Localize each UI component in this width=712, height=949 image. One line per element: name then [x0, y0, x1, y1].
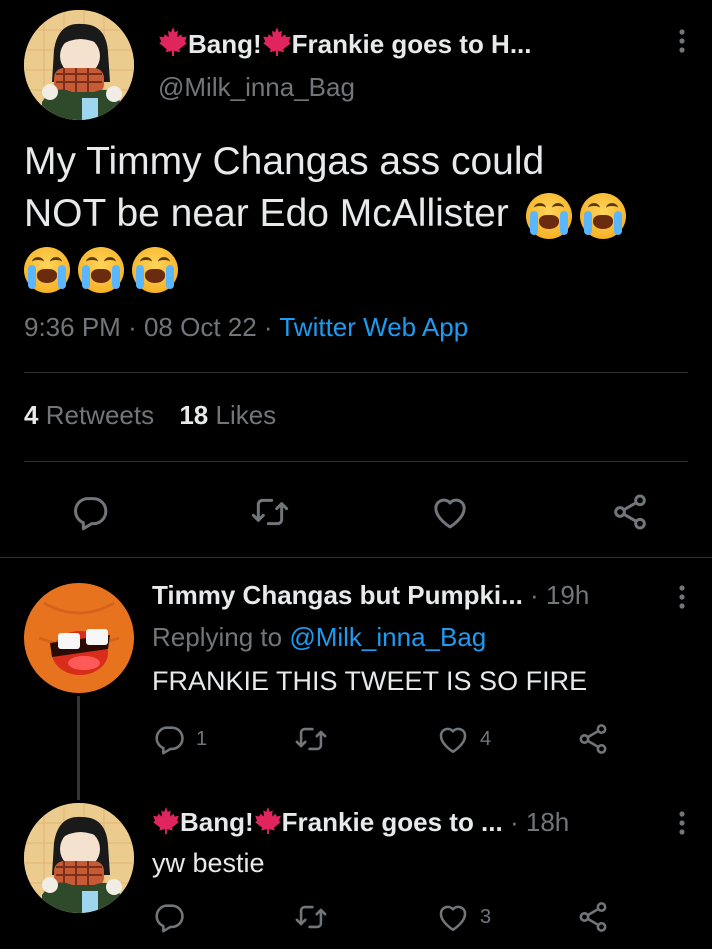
reply-actions: 3 [152, 900, 672, 940]
like-count: 3 [480, 905, 492, 928]
share-icon [576, 722, 610, 756]
avatar-image [24, 803, 134, 913]
more-dots-icon[interactable] [672, 582, 692, 612]
likes-count: 18 [179, 400, 209, 430]
reply-actions: 1 4 [152, 722, 672, 762]
reply-button[interactable] [70, 492, 110, 532]
meta-separator: · [263, 312, 280, 342]
loudly-crying-face-emoji [132, 246, 178, 293]
tweet-text-line-1: My Timmy Changas ass could [24, 140, 545, 183]
reply-age[interactable]: 18h [526, 807, 569, 837]
reply-icon [70, 492, 110, 532]
divider [0, 557, 712, 558]
avatar-pumpkin[interactable] [24, 583, 134, 693]
reply-button[interactable]: 1 [152, 722, 207, 756]
retweet-icon [250, 492, 290, 532]
maple-leaf-icon [152, 806, 180, 834]
tweet-text-line-2-text: NOT be near Edo McAllister [24, 192, 509, 235]
share-icon [610, 492, 650, 532]
meta-separator: · [530, 580, 546, 610]
retweets-label: Retweets [45, 400, 155, 430]
reply-count: 1 [196, 727, 208, 750]
avatar-frankie[interactable] [24, 10, 134, 120]
reply-age[interactable]: 19h [546, 580, 589, 610]
retweets-count: 4 [24, 400, 39, 430]
loudly-crying-face-emoji [24, 246, 70, 293]
tweet-date[interactable]: 08 Oct 22 [144, 312, 257, 342]
like-button[interactable]: 4 [436, 722, 491, 756]
likes-label: Likes [215, 400, 277, 430]
loudly-crying-face-emoji [525, 192, 572, 239]
share-button[interactable] [576, 900, 610, 934]
name-part-2: Frankie goes to H... [291, 29, 532, 59]
tweet-text-line-3 [24, 240, 694, 294]
avatar-image [24, 10, 134, 120]
reply-header: Timmy Changas but Pumpki... · 19h [152, 580, 589, 611]
replying-to-label: Replying to [152, 622, 283, 652]
tweet-meta: 9:36 PM · 08 Oct 22 · Twitter Web App [24, 312, 468, 343]
retweet-button[interactable] [294, 900, 328, 934]
like-count: 4 [480, 727, 492, 750]
thread-line [77, 696, 80, 800]
retweet-button[interactable] [250, 492, 290, 532]
heart-icon [436, 722, 470, 756]
maple-leaf-icon [158, 26, 188, 56]
maple-leaf-icon [262, 26, 292, 56]
retweets-stat[interactable]: 4 Retweets [24, 400, 161, 430]
author-handle[interactable]: @Milk_inna_Bag [158, 72, 355, 103]
like-button[interactable]: 3 [436, 900, 491, 934]
avatar-image [24, 583, 134, 693]
reply-button[interactable] [152, 900, 186, 934]
share-button[interactable] [576, 722, 610, 756]
more-dots-icon[interactable] [672, 808, 692, 838]
tweet-time[interactable]: 9:36 PM [24, 312, 121, 342]
reply-header: Bang! Frankie goes to ... · 18h [152, 806, 569, 838]
avatar-frankie[interactable] [24, 803, 134, 913]
divider [24, 372, 688, 373]
heart-icon [436, 900, 470, 934]
loudly-crying-face-emoji [579, 192, 626, 239]
retweet-icon [294, 900, 328, 934]
likes-stat[interactable]: 18 Likes [179, 400, 276, 430]
name-part-1: Bang! [180, 807, 254, 837]
author-name[interactable]: Bang! Frankie goes to ... [152, 807, 510, 837]
tweet-stats: 4 Retweets 18 Likes [24, 400, 276, 431]
retweet-button[interactable] [294, 722, 328, 756]
tweet-text: My Timmy Changas ass could NOT be near E… [24, 136, 694, 294]
heart-icon [430, 492, 470, 532]
tweet-text-line-2: NOT be near Edo McAllister [24, 188, 694, 240]
reply-text: FRANKIE THIS TWEET IS SO FIRE [152, 666, 588, 696]
author-name[interactable]: Timmy Changas but Pumpki... [152, 580, 523, 610]
reply-icon [152, 900, 186, 934]
name-part-1: Bang! [188, 29, 262, 59]
loudly-crying-face-emoji [78, 246, 124, 293]
share-icon [576, 900, 610, 934]
tweet-source[interactable]: Twitter Web App [279, 312, 468, 342]
maple-leaf-icon [254, 806, 282, 834]
meta-separator: · [509, 807, 526, 837]
like-button[interactable] [430, 492, 470, 532]
retweet-icon [294, 722, 328, 756]
author-name[interactable]: Bang! Frankie goes to H... [158, 26, 532, 60]
more-dots-icon[interactable] [672, 26, 692, 56]
name-part-2: Frankie goes to ... [281, 807, 503, 837]
share-button[interactable] [610, 492, 650, 532]
meta-separator: · [128, 312, 144, 342]
replying-to-handle[interactable]: @Milk_inna_Bag [289, 622, 486, 652]
replying-to: Replying to @Milk_inna_Bag [152, 622, 486, 653]
reply-text: yw bestie [152, 848, 265, 878]
reply-icon [152, 722, 186, 756]
divider [24, 461, 688, 462]
